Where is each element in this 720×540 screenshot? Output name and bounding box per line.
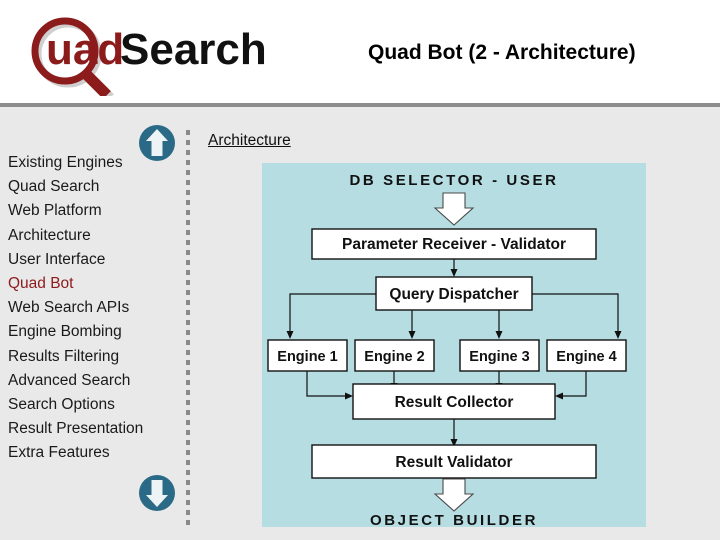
box-engine-1-label: Engine 1 (277, 349, 337, 365)
connector-dispatcher-engine1 (289, 293, 376, 333)
sidebar-item-existing-engines[interactable]: Existing Engines (0, 151, 188, 175)
section-heading: Architecture (208, 132, 291, 149)
sidebar-item-web-search-apis[interactable]: Web Search APIs (0, 296, 188, 320)
sidebar-item-result-presentation[interactable]: Result Presentation (0, 417, 188, 441)
vertical-dotted-divider (186, 130, 190, 526)
sidebar-item-advanced-search[interactable]: Advanced Search (0, 369, 188, 393)
sidebar-item-architecture[interactable]: Architecture (0, 224, 188, 248)
sidebar-item-quad-bot[interactable]: Quad Bot (0, 272, 188, 296)
block-arrow-down-bottom (433, 478, 475, 512)
box-engine-4-label: Engine 4 (556, 349, 616, 365)
svg-text:uad: uad (46, 25, 124, 74)
box-result-collector-label: Result Collector (395, 394, 514, 411)
svg-text:Search: Search (120, 25, 267, 74)
sidebar-item-extra-features[interactable]: Extra Features (0, 441, 188, 465)
sidebar-item-web-platform[interactable]: Web Platform (0, 199, 188, 223)
quadsearch-logo: uad Search (18, 14, 268, 96)
circle-down-arrow-icon[interactable] (138, 474, 176, 512)
sidebar-item-search-options[interactable]: Search Options (0, 393, 188, 417)
box-parameter-receiver-label: Parameter Receiver - Validator (342, 236, 566, 253)
diagram-bottom-caption: OBJECT BUILDER (370, 512, 538, 527)
connector-engine1-collector (306, 371, 347, 397)
connector-engine4-collector (561, 371, 587, 397)
diagram-top-caption: DB SELECTOR - USER (349, 172, 558, 189)
connector-dispatcher-engine4 (532, 293, 619, 333)
arrowhead-engine4-collector (555, 392, 563, 400)
box-engine-3-label: Engine 3 (469, 349, 529, 365)
sidebar-item-user-interface[interactable]: User Interface (0, 248, 188, 272)
arrowhead-engine1-collector (345, 392, 353, 400)
box-query-dispatcher-label: Query Dispatcher (389, 286, 518, 303)
arrowhead-dispatcher-engine4 (614, 331, 622, 339)
architecture-diagram: DB SELECTOR - USER Parameter Receiver - … (262, 163, 646, 527)
arrowhead-receiver-dispatcher (450, 269, 458, 277)
arrowhead-dispatcher-engine2 (408, 331, 416, 339)
slide-header: uad Search Quad Bot (2 - Architecture) (0, 0, 720, 104)
sidebar-nav[interactable]: Existing Engines Quad Search Web Platfor… (0, 151, 188, 466)
arrowhead-dispatcher-engine1 (286, 331, 294, 339)
block-arrow-down-top (433, 192, 475, 226)
sidebar-item-results-filtering[interactable]: Results Filtering (0, 345, 188, 369)
arrowhead-dispatcher-engine3 (495, 331, 503, 339)
page-title: Quad Bot (2 - Architecture) (368, 41, 636, 64)
box-result-validator-label: Result Validator (395, 454, 512, 471)
sidebar-item-engine-bombing[interactable]: Engine Bombing (0, 320, 188, 344)
box-engine-2-label: Engine 2 (364, 349, 424, 365)
sidebar-item-quad-search[interactable]: Quad Search (0, 175, 188, 199)
